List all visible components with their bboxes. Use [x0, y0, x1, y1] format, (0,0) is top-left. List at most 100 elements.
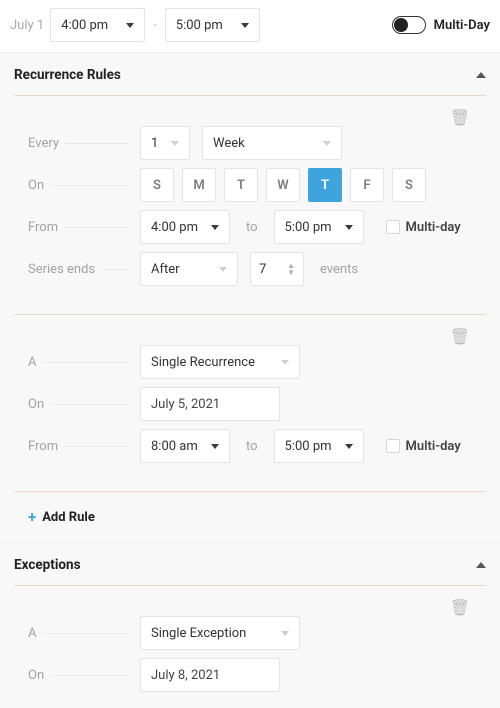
rule-date-input[interactable]: July 5, 2021 [140, 387, 280, 421]
caret-down-icon [126, 23, 134, 28]
to-label: to [242, 220, 262, 235]
caret-down-icon [345, 444, 353, 449]
every-label: Every [28, 136, 59, 151]
series-ends-mode-value: After [151, 262, 180, 277]
series-ends-mode-select[interactable]: After [140, 252, 238, 286]
exception-date-input[interactable]: July 8, 2021 [140, 658, 280, 692]
trash-icon[interactable]: 🗑 [450, 329, 470, 345]
label-line [64, 227, 128, 228]
exceptions-title: Exceptions [14, 557, 81, 573]
plus-icon: + [28, 508, 36, 526]
a-label: A [28, 626, 36, 641]
multi-day-toggle-wrap: Multi-Day [392, 16, 490, 34]
label-line [50, 404, 128, 405]
a-label: A [28, 355, 36, 370]
label-line [50, 185, 128, 186]
from-label: From [28, 439, 58, 454]
recurrence-title: Recurrence Rules [14, 67, 121, 83]
series-ends-count-value: 7 [259, 262, 266, 277]
rule-from-time-select[interactable]: 8:00 am [140, 429, 230, 463]
start-time-select[interactable]: 4:00 pm [50, 8, 145, 42]
multi-day-label: Multi-Day [434, 18, 490, 33]
rule-date-value: July 5, 2021 [151, 397, 220, 412]
recurrence-rule-block: 🗑 A Single Recurrence On July 5, 2021 Fr… [14, 314, 486, 491]
day-sun[interactable]: S [140, 168, 174, 202]
caret-down-icon [211, 444, 219, 449]
rule-multi-day-checkbox-wrap[interactable]: Multi-day [386, 439, 461, 454]
day-mon[interactable]: M [182, 168, 216, 202]
every-count-value: 1 [151, 136, 158, 151]
exceptions-header[interactable]: Exceptions [14, 557, 486, 573]
event-date-label: July 1 [10, 18, 44, 33]
caret-down-icon [281, 631, 289, 636]
series-ends-count-stepper[interactable]: 7 ▲▼ [250, 252, 304, 286]
chevron-up-icon [476, 72, 486, 78]
rule-to-time-value: 5:00 pm [285, 439, 332, 454]
day-tue[interactable]: T [224, 168, 258, 202]
label-line [101, 269, 128, 270]
exceptions-section: Exceptions 🗑 A Single Exception On July … [0, 542, 500, 708]
day-thu[interactable]: T [308, 168, 342, 202]
every-unit-value: Week [213, 136, 245, 151]
weekday-picker: S M T W T F S [140, 168, 426, 202]
add-rule-button[interactable]: + Add Rule [28, 508, 472, 526]
caret-down-icon [211, 225, 219, 230]
on-label: On [28, 397, 44, 412]
series-ends-label: Series ends [28, 262, 95, 277]
end-time-value: 5:00 pm [176, 18, 223, 33]
rule-multi-day-checkbox-wrap[interactable]: Multi-day [386, 220, 461, 235]
time-range-dash: - [151, 18, 159, 33]
start-time-value: 4:00 pm [61, 18, 108, 33]
trash-icon[interactable]: 🗑 [450, 110, 470, 126]
rule-type-select[interactable]: Single Recurrence [140, 345, 300, 379]
toggle-knob [394, 18, 408, 32]
label-line [42, 633, 128, 634]
recurrence-section: Recurrence Rules 🗑 Every 1 Week On [0, 52, 500, 542]
multi-day-toggle[interactable] [392, 16, 426, 34]
end-time-select[interactable]: 5:00 pm [165, 8, 260, 42]
rule-from-time-value: 8:00 am [151, 439, 198, 454]
chevron-up-icon [476, 562, 486, 568]
rule-type-value: Single Recurrence [151, 355, 255, 370]
exception-rule-block: 🗑 A Single Exception On July 8, 2021 [14, 586, 486, 708]
rule-multi-day-label: Multi-day [406, 439, 461, 454]
day-sat[interactable]: S [392, 168, 426, 202]
label-line [65, 143, 128, 144]
rule-from-time-select[interactable]: 4:00 pm [140, 210, 230, 244]
checkbox-icon [386, 220, 400, 234]
rule-multi-day-label: Multi-day [406, 220, 461, 235]
recurrence-rule-block: 🗑 Every 1 Week On S M T [14, 96, 486, 314]
every-count-select[interactable]: 1 [140, 126, 190, 160]
caret-down-icon [281, 360, 289, 365]
on-label: On [28, 178, 44, 193]
checkbox-icon [386, 439, 400, 453]
rule-from-time-value: 4:00 pm [151, 220, 198, 235]
day-wed[interactable]: W [266, 168, 300, 202]
recurrence-header[interactable]: Recurrence Rules [14, 67, 486, 83]
caret-down-icon [171, 141, 179, 146]
on-label: On [28, 668, 44, 683]
add-rule-label: Add Rule [42, 510, 95, 525]
trash-icon[interactable]: 🗑 [450, 600, 470, 616]
stepper-arrows-icon: ▲▼ [287, 262, 295, 276]
label-line [42, 362, 128, 363]
caret-down-icon [219, 267, 227, 272]
series-ends-unit: events [316, 262, 362, 277]
every-unit-select[interactable]: Week [202, 126, 342, 160]
rule-to-time-select[interactable]: 5:00 pm [274, 210, 364, 244]
label-line [50, 675, 128, 676]
rule-to-time-select[interactable]: 5:00 pm [274, 429, 364, 463]
exception-type-value: Single Exception [151, 626, 246, 641]
to-label: to [242, 439, 262, 454]
label-line [64, 446, 128, 447]
day-fri[interactable]: F [350, 168, 384, 202]
caret-down-icon [241, 23, 249, 28]
add-rule-bar: + Add Rule [14, 491, 486, 542]
caret-down-icon [323, 141, 331, 146]
rule-to-time-value: 5:00 pm [285, 220, 332, 235]
caret-down-icon [345, 225, 353, 230]
from-label: From [28, 220, 58, 235]
exception-date-value: July 8, 2021 [151, 668, 220, 683]
exception-type-select[interactable]: Single Exception [140, 616, 300, 650]
event-time-row: July 1 4:00 pm - 5:00 pm Multi-Day [0, 0, 500, 52]
